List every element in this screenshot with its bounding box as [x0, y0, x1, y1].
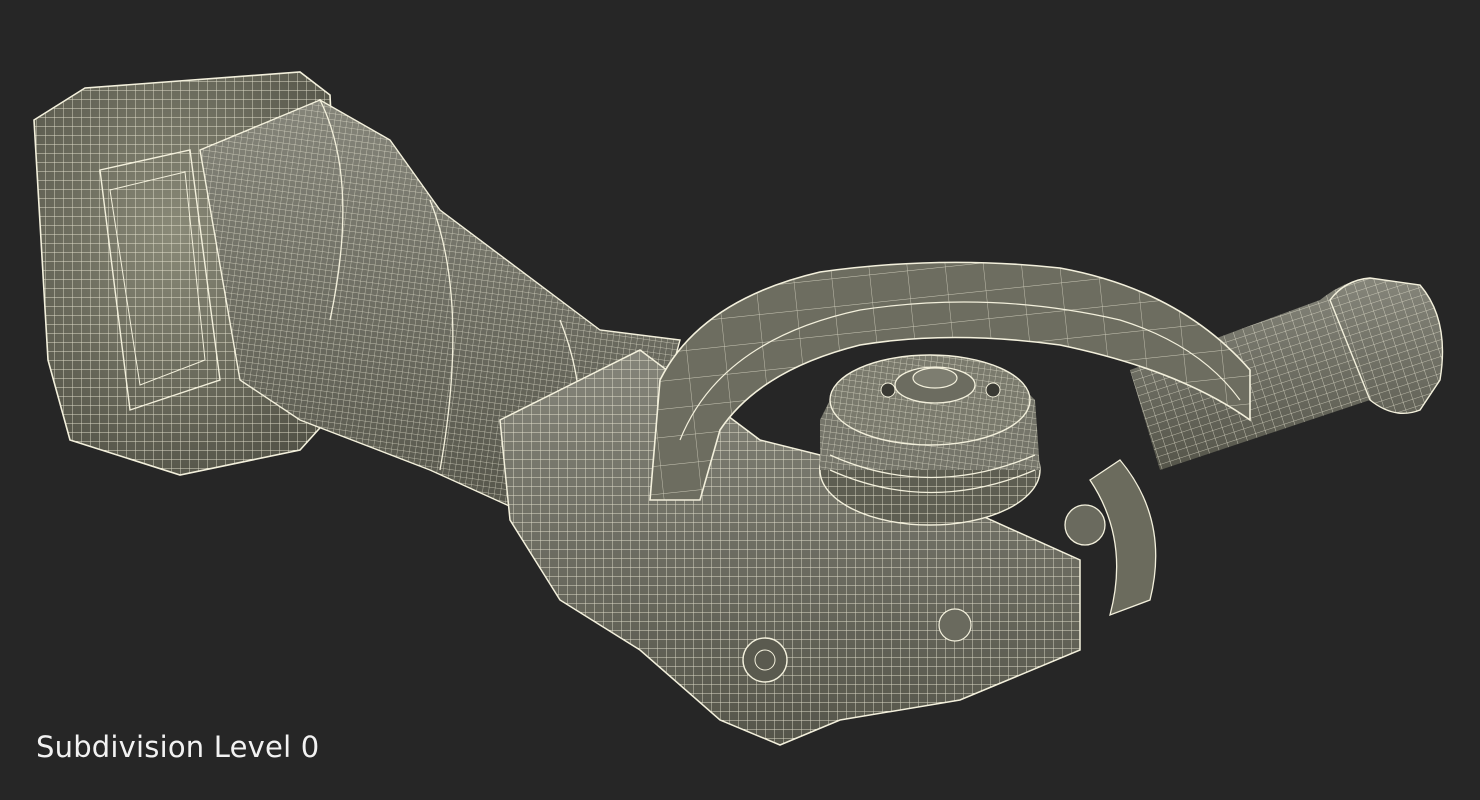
render-viewport: Subdivision Level 0: [0, 0, 1480, 800]
subdivision-level-caption: Subdivision Level 0: [36, 730, 320, 764]
angle-grinder-wireframe-icon: [33, 71, 1444, 746]
